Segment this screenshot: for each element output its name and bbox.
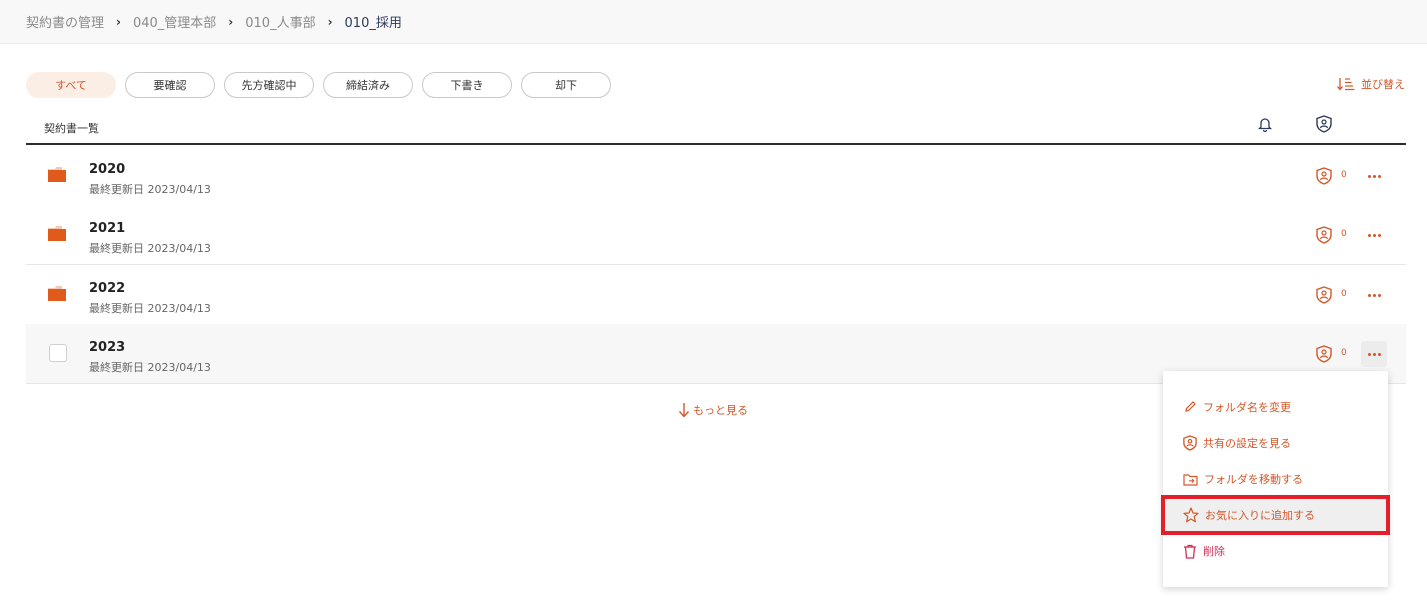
more-dot xyxy=(1367,293,1371,297)
share-shield-icon[interactable] xyxy=(1316,345,1332,363)
more-dot xyxy=(1372,352,1376,356)
folder-row[interactable]: 2020 最終更新日 2023/04/13 0 xyxy=(26,146,1406,206)
arrow-down-icon xyxy=(678,403,690,418)
more-dot xyxy=(1367,174,1371,178)
share-shield-icon[interactable] xyxy=(1316,167,1332,185)
more-options-button[interactable] xyxy=(1361,163,1387,189)
folder-icon xyxy=(48,167,66,182)
load-more-label: もっと見る xyxy=(693,404,748,417)
share-count: 0 xyxy=(1341,170,1347,180)
filter-rejected[interactable]: 却下 xyxy=(521,72,611,98)
bell-icon xyxy=(1257,118,1273,132)
menu-item-label: フォルダ名を変更 xyxy=(1203,401,1291,414)
menu-item-share-settings[interactable]: 共有の設定を見る xyxy=(1163,425,1388,461)
chevron-right-icon: › xyxy=(327,14,333,29)
trash-icon xyxy=(1184,544,1196,559)
share-count: 0 xyxy=(1341,348,1347,358)
list-header: 契約書一覧 xyxy=(26,110,1406,145)
status-filter-chips: すべて 要確認 先方確認中 締結済み 下書き 却下 xyxy=(26,72,620,98)
list-title: 契約書一覧 xyxy=(44,122,99,135)
more-options-button[interactable] xyxy=(1361,341,1387,367)
more-options-button[interactable] xyxy=(1361,222,1387,248)
share-shield-icon[interactable] xyxy=(1316,226,1332,244)
more-dot xyxy=(1367,233,1371,237)
row-checkbox[interactable] xyxy=(49,344,67,362)
menu-item-label: お気に入りに追加する xyxy=(1205,509,1315,522)
load-more-button[interactable]: もっと見る xyxy=(678,402,748,418)
menu-item-delete[interactable]: 削除 xyxy=(1163,533,1388,569)
folder-row[interactable]: 2022 最終更新日 2023/04/13 0 xyxy=(26,265,1406,325)
menu-item-label: フォルダを移動する xyxy=(1204,473,1303,486)
filter-draft[interactable]: 下書き xyxy=(422,72,512,98)
breadcrumb: 契約書の管理 › 040_管理本部 › 010_人事部 › 010_採用 xyxy=(0,0,1427,44)
pencil-icon xyxy=(1185,401,1196,412)
more-dot xyxy=(1377,293,1381,297)
more-options-button[interactable] xyxy=(1361,282,1387,308)
sort-button[interactable]: 並び替え xyxy=(1337,76,1405,92)
more-dot xyxy=(1377,352,1381,356)
folder-name[interactable]: 2021 xyxy=(89,221,125,236)
menu-item-add-favorite[interactable]: お気に入りに追加する xyxy=(1163,497,1388,533)
menu-item-rename[interactable]: フォルダ名を変更 xyxy=(1163,389,1388,425)
folder-name[interactable]: 2023 xyxy=(89,340,125,355)
folder-icon xyxy=(48,286,66,301)
more-dot xyxy=(1367,352,1371,356)
share-shield-icon xyxy=(1316,115,1332,133)
folder-row[interactable]: 2021 最終更新日 2023/04/13 0 xyxy=(26,205,1406,265)
folder-icon xyxy=(48,226,66,241)
filter-counterparty-review[interactable]: 先方確認中 xyxy=(224,72,314,98)
more-dot xyxy=(1377,233,1381,237)
share-shield-icon[interactable] xyxy=(1316,286,1332,304)
filter-all[interactable]: すべて xyxy=(26,72,116,98)
last-updated: 最終更新日 2023/04/13 xyxy=(89,242,211,255)
folder-name[interactable]: 2020 xyxy=(89,162,125,177)
breadcrumb-item-hr[interactable]: 010_人事部 xyxy=(245,12,315,31)
folder-move-icon xyxy=(1183,473,1198,486)
more-dot xyxy=(1377,174,1381,178)
chevron-right-icon: › xyxy=(228,14,234,29)
last-updated: 最終更新日 2023/04/13 xyxy=(89,183,211,196)
share-count: 0 xyxy=(1341,229,1347,239)
folder-context-menu: フォルダ名を変更 共有の設定を見る フォルダを移動する お気に入りに追加する 削… xyxy=(1163,371,1388,587)
menu-item-label: 共有の設定を見る xyxy=(1203,437,1291,450)
breadcrumb-item-admin-hq[interactable]: 040_管理本部 xyxy=(133,12,216,31)
share-shield-icon xyxy=(1183,435,1197,451)
more-dot xyxy=(1372,174,1376,178)
more-dot xyxy=(1372,293,1376,297)
filter-needs-review[interactable]: 要確認 xyxy=(125,72,215,98)
star-icon xyxy=(1183,507,1199,523)
menu-item-move-folder[interactable]: フォルダを移動する xyxy=(1163,461,1388,497)
last-updated: 最終更新日 2023/04/13 xyxy=(89,361,211,374)
sort-icon xyxy=(1337,78,1355,91)
sort-label: 並び替え xyxy=(1361,78,1405,91)
breadcrumb-item-contracts[interactable]: 契約書の管理 xyxy=(26,12,104,31)
folder-name[interactable]: 2022 xyxy=(89,281,125,296)
share-count: 0 xyxy=(1341,289,1347,299)
breadcrumb-item-recruiting: 010_採用 xyxy=(344,16,402,31)
last-updated: 最終更新日 2023/04/13 xyxy=(89,302,211,315)
menu-item-label: 削除 xyxy=(1203,545,1225,558)
more-dot xyxy=(1372,233,1376,237)
chevron-right-icon: › xyxy=(116,14,121,29)
filter-signed[interactable]: 締結済み xyxy=(323,72,413,98)
